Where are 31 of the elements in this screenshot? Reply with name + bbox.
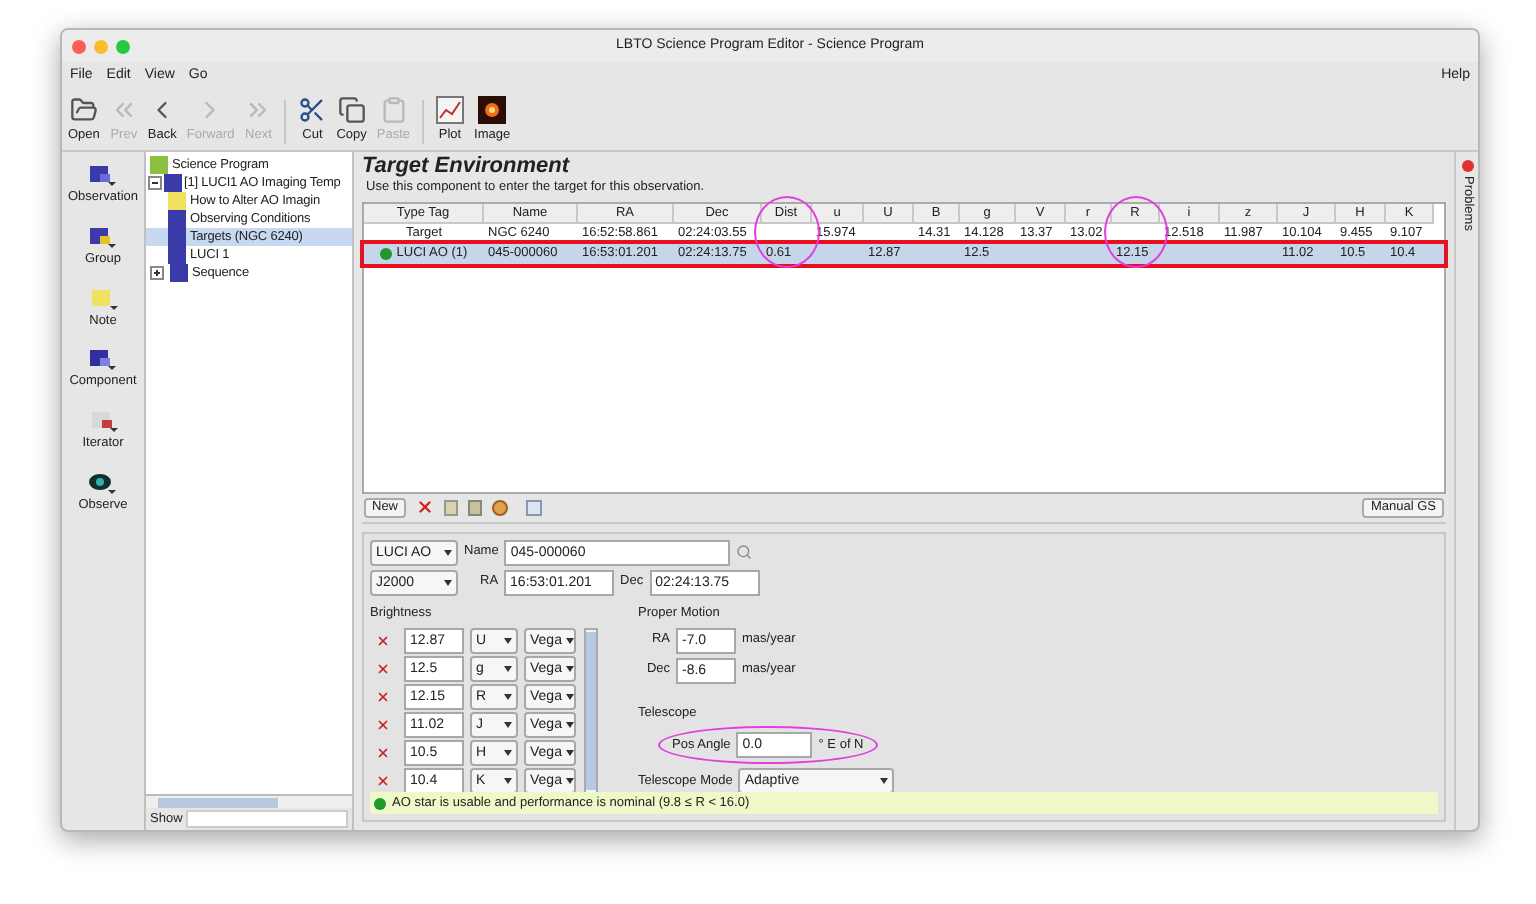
delete-icon[interactable] <box>376 633 390 647</box>
vertical-scrollbar[interactable] <box>584 627 598 793</box>
eye-icon <box>88 471 117 496</box>
stacked-squares-icon <box>88 164 117 188</box>
close-button[interactable] <box>72 39 86 53</box>
delete-icon[interactable] <box>376 661 390 675</box>
folder-icon <box>69 96 98 125</box>
node-icon <box>164 174 182 192</box>
stacked-squares-icon <box>88 225 117 250</box>
expand-icon[interactable] <box>150 266 164 280</box>
search-icon[interactable] <box>736 544 753 561</box>
error-icon <box>1461 160 1473 172</box>
node-icon <box>150 156 168 174</box>
delete-icon[interactable] <box>376 689 390 703</box>
show-field[interactable] <box>186 810 348 828</box>
delete-icon[interactable] <box>376 717 390 731</box>
node-icon <box>168 210 186 228</box>
node-icon <box>170 264 188 282</box>
star-image-icon <box>478 96 507 125</box>
editor-title: Target Environment <box>362 154 572 178</box>
note-icon <box>89 287 117 311</box>
stacked-squares-icon <box>88 348 117 373</box>
delete-icon[interactable] <box>376 773 390 787</box>
node-icon <box>168 192 186 210</box>
delete-icon[interactable] <box>416 498 435 517</box>
horizontal-scrollbar[interactable] <box>146 794 352 808</box>
figure-square-icon <box>89 410 117 434</box>
delete-icon[interactable] <box>376 745 390 759</box>
line-chart-icon <box>436 96 465 125</box>
scissors-icon <box>298 96 327 125</box>
collapse-icon[interactable] <box>148 176 162 190</box>
